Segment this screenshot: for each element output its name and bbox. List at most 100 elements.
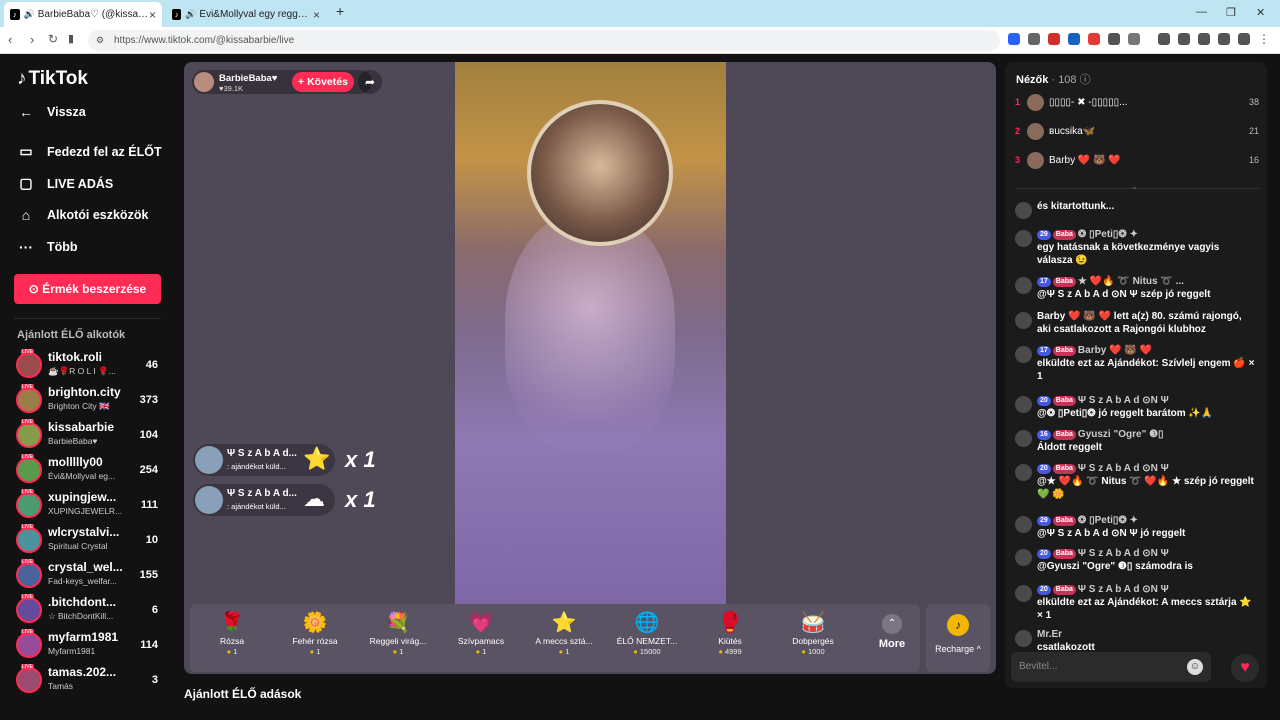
extension-icon[interactable] — [1128, 33, 1140, 45]
chat-body: Barby ❤️ 🐻 ❤️ lett a(z) 80. számú rajong… — [1037, 310, 1257, 336]
nav-live-studio[interactable]: ▢ LIVE ADÁS — [17, 175, 113, 192]
creator-avatar — [16, 422, 42, 448]
chat-avatar[interactable] — [1015, 430, 1032, 447]
top-viewer-row[interactable]: 3 Barby ❤️ 🐻 ❤️ 16 — [1015, 152, 1259, 172]
copilot-icon[interactable] — [1218, 33, 1230, 45]
extension-icon[interactable] — [1088, 33, 1100, 45]
gift-notification: Ψ S z A b A d... : ajándékot küld... ⭐ — [193, 444, 335, 476]
comment-input[interactable]: Bevitel... ☺ — [1011, 652, 1211, 682]
browser-tab[interactable]: ♪ 🔊 Évi&Mollyval egy reggeli 😊😍 × — [166, 2, 326, 27]
gift-item[interactable]: 🌹 Rózsa ● 1 — [190, 604, 274, 672]
chat-avatar[interactable] — [1015, 516, 1032, 533]
browser-tab-active[interactable]: ♪ 🔊 BarbieBaba♡ (@kissabarbie × — [4, 2, 162, 27]
chat-username[interactable]: ❂ ▯Peti▯❂ ✦ — [1078, 229, 1138, 240]
bookmark-icon[interactable]: ▮ — [68, 32, 74, 45]
chat-username[interactable]: Ψ S z A b A d ⊙N Ψ — [1078, 584, 1169, 595]
nav-label: Több — [47, 240, 78, 254]
creator-item[interactable]: LIVE kissabarbie BarbieBaba♥ 104 — [16, 419, 162, 452]
back-icon[interactable]: ‹ — [8, 32, 12, 47]
chat-avatar[interactable] — [1015, 396, 1032, 413]
creator-item[interactable]: LIVE .bitchdont... ☆ BitchDontKill... 6 — [16, 594, 162, 627]
chat-avatar[interactable] — [1015, 202, 1032, 219]
minimize-icon[interactable]: — — [1196, 6, 1207, 18]
chat-avatar[interactable] — [1015, 585, 1032, 602]
chat-avatar[interactable] — [1015, 464, 1032, 481]
nav-more[interactable]: ··· Több — [17, 239, 78, 255]
back-link[interactable]: ← Vissza — [17, 104, 86, 120]
gift-item[interactable]: 🌐 ÉLŐ NEMZET... ● 15000 — [605, 604, 689, 672]
chat-username[interactable]: Ψ S z A b A d ⊙N Ψ — [1078, 548, 1169, 559]
chat-username[interactable]: ❂ ▯Peti▯❂ ✦ — [1078, 515, 1138, 526]
recharge-button[interactable]: ♪ Recharge ^ — [926, 604, 990, 672]
emoji-icon[interactable]: ☺ — [1187, 659, 1203, 675]
site-info-icon[interactable]: ⚙ — [96, 30, 104, 51]
creator-item[interactable]: LIVE brighton.city Brighton City 🇬🇧 373 — [16, 384, 162, 417]
sidebar-toggle-icon[interactable] — [1178, 33, 1190, 45]
speaker-icon: 🔊 — [185, 9, 197, 19]
info-icon[interactable]: ⓘ — [1080, 74, 1091, 86]
gift-item[interactable]: 🥁 Dobpergés ● 1000 — [771, 604, 855, 672]
chat-username[interactable]: Gyuszi "Ogre" ❸▯ — [1078, 429, 1164, 440]
chat-avatar[interactable] — [1015, 277, 1032, 294]
close-tab-icon[interactable]: × — [313, 8, 320, 22]
share-icon[interactable]: ➦ — [358, 70, 382, 94]
extension-icon[interactable] — [1068, 33, 1080, 45]
gift-item[interactable]: ⭐ A meccs sztá... ● 1 — [522, 604, 606, 672]
creator-item[interactable]: LIVE tiktok.roli ☕🌹R O L I 🌹... 46 — [16, 349, 162, 382]
creator-avatar — [16, 632, 42, 658]
chat-username[interactable]: ★ ❤️🔥 ➰ Nitus ➰ ... — [1078, 276, 1184, 287]
download-icon[interactable] — [1158, 33, 1170, 45]
top-viewer-row[interactable]: 2 вucsika🦋 21 — [1015, 123, 1259, 143]
host-name[interactable]: BarbieBaba♥ — [219, 73, 277, 84]
host-avatar[interactable] — [194, 72, 214, 92]
chat-username[interactable]: Barby ❤️ 🐻 ❤️ — [1078, 345, 1152, 356]
creator-item[interactable]: LIVE crystal_wel... Fad-keys_welfar... 1… — [16, 559, 162, 592]
tiktok-logo[interactable]: ♪ TikTok — [17, 68, 88, 90]
creator-item[interactable]: LIVE myfarm1981 Myfarm1981 114 — [16, 629, 162, 662]
menu-icon[interactable]: ⋮ — [1258, 32, 1270, 46]
chat-username[interactable]: Ψ S z A b A d ⊙N Ψ — [1078, 463, 1169, 474]
creator-item[interactable]: LIVE tamas.202... Tamás 3 — [16, 664, 162, 697]
forward-icon[interactable]: › — [30, 32, 34, 47]
shield-icon[interactable] — [1238, 33, 1250, 45]
url-field[interactable]: ⚙ https://www.tiktok.com/@kissabarbie/li… — [88, 30, 1000, 51]
new-tab-icon[interactable]: + — [336, 3, 344, 19]
gift-item[interactable]: 💐 Reggeli virág... ● 1 — [356, 604, 440, 672]
chat-username[interactable]: Ψ S z A b A d ⊙N Ψ — [1078, 395, 1169, 406]
nav-label: Alkotói eszközök — [47, 208, 149, 222]
creator-item[interactable]: LIVE mollllly00 Évi&Mollyval eg... 254 — [16, 454, 162, 487]
viewers-header[interactable]: Nézők · 108 ⓘ — [1016, 71, 1091, 87]
chat-username[interactable]: Mr.Er — [1037, 629, 1062, 640]
restore-icon[interactable]: ❐ — [1226, 6, 1236, 19]
chevron-down-icon[interactable]: ⌄ — [1131, 182, 1138, 191]
chat-avatar[interactable] — [1015, 230, 1032, 247]
sender-avatar — [195, 486, 223, 514]
close-window-icon[interactable]: ✕ — [1256, 6, 1265, 19]
gift-item[interactable]: 💗 Szívpamacs ● 1 — [439, 604, 523, 672]
close-tab-icon[interactable]: × — [149, 8, 156, 22]
top-viewer-row[interactable]: 1 ▯▯▯▯- ✖ -▯▯▯▯▯... 38 — [1015, 94, 1259, 114]
get-coins-button[interactable]: ⊙ Érmék beszerzése — [14, 274, 161, 304]
nav-explore-live[interactable]: ▭ Fedezd fel az ÉLŐT — [17, 143, 161, 160]
more-gifts-button[interactable]: ⌃ More — [870, 604, 914, 672]
follow-button[interactable]: + Követés — [292, 72, 354, 92]
collections-icon[interactable] — [1198, 33, 1210, 45]
extension-icon[interactable] — [1048, 33, 1060, 45]
like-heart-button[interactable]: ♥ — [1231, 654, 1259, 682]
extension-icon[interactable] — [1108, 33, 1120, 45]
creator-item[interactable]: LIVE wlcrystalvi... Spiritual Crystal 10 — [16, 524, 162, 557]
chat-avatar[interactable] — [1015, 630, 1032, 647]
reload-icon[interactable]: ↻ — [48, 32, 58, 46]
gift-item[interactable]: 🌼 Fehér rózsa ● 1 — [273, 604, 357, 672]
translate-icon[interactable] — [1008, 33, 1020, 45]
gift-item[interactable]: 🥊 Kiütés ● 4999 — [688, 604, 772, 672]
chat-body: 20 Baba Ψ S z A b A d ⊙N Ψ @★ ❤️🔥 ➰ Nitus ➰… — [1037, 462, 1257, 501]
chat-avatar[interactable] — [1015, 312, 1032, 329]
nav-creator-tools[interactable]: ⌂ Alkotói eszközök — [17, 207, 149, 223]
price-value: 1 — [316, 647, 321, 656]
creator-item[interactable]: LIVE xupingjew... XUPINGJEWELR... 111 — [16, 489, 162, 522]
live-video[interactable] — [455, 62, 726, 604]
chat-avatar[interactable] — [1015, 549, 1032, 566]
chat-avatar[interactable] — [1015, 346, 1032, 363]
extension-icon[interactable] — [1028, 33, 1040, 45]
